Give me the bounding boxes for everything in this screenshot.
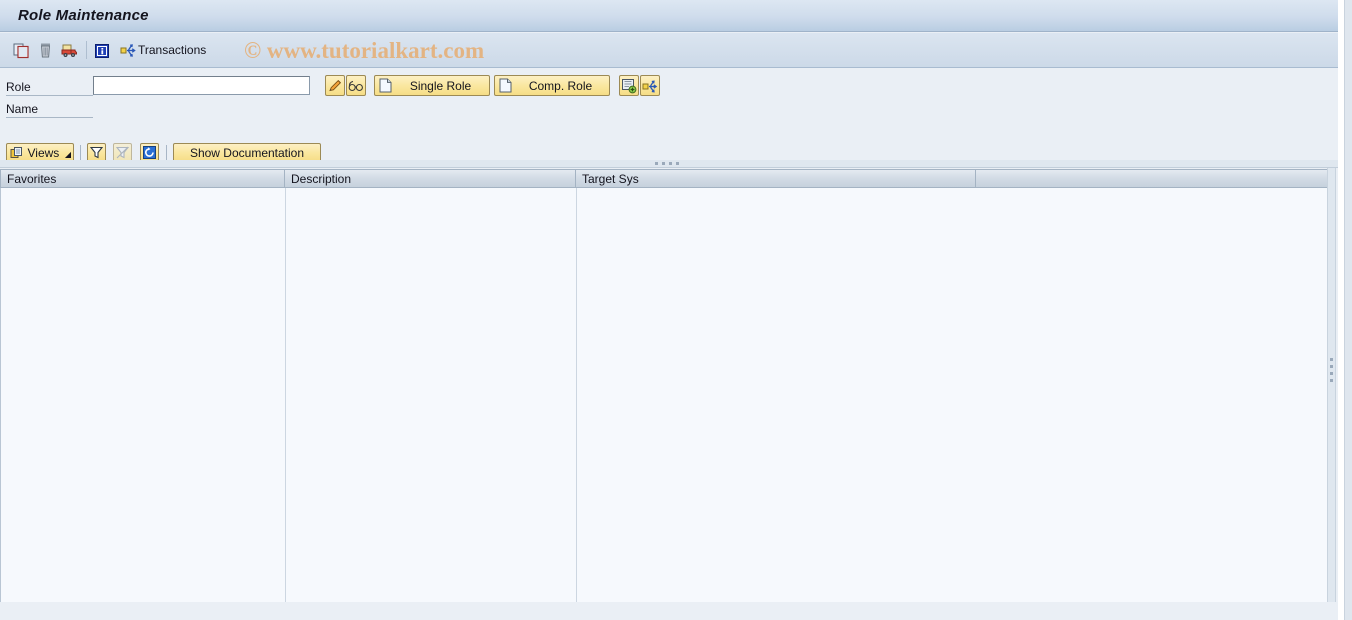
composite-role-button-label: Comp. Role xyxy=(528,78,593,93)
table-header-row: Favorites Description Target Sys xyxy=(0,169,1328,188)
single-role-button-label: Single Role xyxy=(409,78,472,93)
vertical-splitter-grip-icon xyxy=(1330,358,1333,382)
favorites-table: Favorites Description Target Sys xyxy=(0,169,1328,602)
column-header-description[interactable]: Description xyxy=(285,169,576,188)
show-documentation-label: Show Documentation xyxy=(189,145,305,160)
delete-icon[interactable] xyxy=(37,42,54,59)
views-button-label: Views xyxy=(27,145,60,160)
filter-icon xyxy=(89,146,104,159)
change-role-button[interactable] xyxy=(325,75,345,96)
column-header-target-sys[interactable]: Target Sys xyxy=(576,169,976,188)
column-header-spacer[interactable] xyxy=(976,169,1328,188)
toolbar-separator xyxy=(86,41,87,59)
views-icon xyxy=(10,146,22,158)
filter-off-icon xyxy=(115,146,130,159)
splitter-grip-icon xyxy=(655,162,679,165)
window-title-bar: Role Maintenance xyxy=(0,0,1338,32)
transport-truck-icon[interactable] xyxy=(61,42,78,59)
role-input[interactable] xyxy=(93,76,310,95)
column-divider-1 xyxy=(285,188,286,602)
column-divider-2 xyxy=(576,188,577,602)
document-icon xyxy=(499,78,512,93)
role-label: Role xyxy=(6,80,31,94)
role-label-underline xyxy=(6,95,93,96)
watermark-text: © www.tutorialkart.com xyxy=(244,38,485,63)
views-toolbar-separator-2 xyxy=(166,145,167,161)
glasses-icon xyxy=(348,80,363,91)
horizontal-splitter[interactable] xyxy=(0,160,1338,168)
composite-role-button[interactable]: Comp. Role xyxy=(494,75,610,96)
single-role-button[interactable]: Single Role xyxy=(374,75,490,96)
name-label-underline xyxy=(6,117,93,118)
sap-role-maintenance-window: Role Maintenance Transactions © www.tuto… xyxy=(0,0,1352,620)
chevron-down-icon: ◢ xyxy=(64,150,71,159)
copy-icon[interactable] xyxy=(13,42,30,59)
name-label: Name xyxy=(6,102,39,116)
vertical-splitter[interactable] xyxy=(1327,168,1336,602)
page-title: Role Maintenance xyxy=(18,7,149,24)
transactions-button-label[interactable]: Transactions xyxy=(138,43,206,57)
right-scroll-rail[interactable] xyxy=(1344,0,1352,620)
document-icon xyxy=(379,78,392,93)
refresh-icon xyxy=(143,146,156,159)
create-role-button[interactable] xyxy=(619,75,639,96)
views-toolbar-separator-1 xyxy=(80,145,81,161)
distribute-icon xyxy=(642,79,658,93)
role-new-icon xyxy=(622,78,637,93)
distribute-role-button[interactable] xyxy=(640,75,660,96)
column-header-favorites[interactable]: Favorites xyxy=(0,169,285,188)
table-body[interactable] xyxy=(0,188,1328,602)
pencil-icon xyxy=(329,79,342,91)
display-role-button[interactable] xyxy=(346,75,366,96)
information-icon[interactable] xyxy=(94,42,111,59)
transactions-icon[interactable] xyxy=(120,42,137,59)
